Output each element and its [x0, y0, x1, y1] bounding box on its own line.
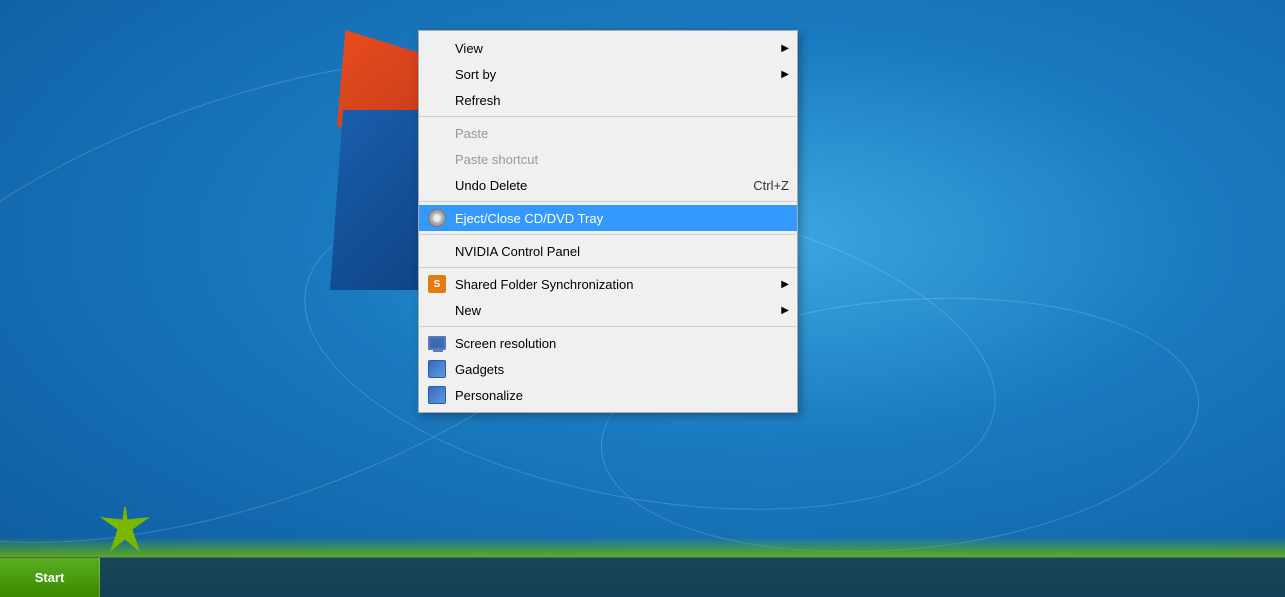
menu-label-undo_delete: Undo Delete: [455, 178, 733, 193]
context-menu: View ▶ Sort by ▶ Refresh Paste Paste shortcut U…: [418, 30, 798, 413]
menu-icon-gadgets: [427, 359, 447, 379]
menu-arrow-sort_by: ▶: [781, 69, 789, 80]
menu-arrow-new: ▶: [781, 305, 789, 316]
menu-label-screen_resolution: Screen resolution: [455, 336, 789, 351]
menu-item-shared_folder[interactable]: S Shared Folder Synchronization ▶: [419, 271, 797, 297]
menu-label-eject: Eject/Close CD/DVD Tray: [455, 211, 789, 226]
menu-shortcut-undo_delete: Ctrl+Z: [753, 178, 789, 193]
menu-label-new: New: [455, 303, 771, 318]
menu-item-nvidia[interactable]: NVIDIA Control Panel: [419, 238, 797, 264]
menu-item-new[interactable]: New ▶: [419, 297, 797, 323]
menu-label-sort_by: Sort by: [455, 67, 771, 82]
menu-label-shared_folder: Shared Folder Synchronization: [455, 277, 771, 292]
menu-separator-sep5: [419, 326, 797, 327]
menu-label-paste: Paste: [455, 126, 789, 141]
menu-label-paste_shortcut: Paste shortcut: [455, 152, 789, 167]
menu-label-gadgets: Gadgets: [455, 362, 789, 377]
menu-item-undo_delete[interactable]: Undo Delete Ctrl+Z: [419, 172, 797, 198]
menu-item-personalize[interactable]: Personalize: [419, 382, 797, 408]
menu-label-view: View: [455, 41, 771, 56]
menu-item-gadgets[interactable]: Gadgets: [419, 356, 797, 382]
menu-separator-sep2: [419, 201, 797, 202]
menu-separator-sep3: [419, 234, 797, 235]
start-button[interactable]: Start: [0, 558, 100, 597]
menu-label-personalize: Personalize: [455, 388, 789, 403]
menu-separator-sep4: [419, 267, 797, 268]
menu-item-view[interactable]: View ▶: [419, 35, 797, 61]
menu-icon-screen_resolution: [427, 333, 447, 353]
menu-icon-shared_folder: S: [427, 274, 447, 294]
menu-label-refresh: Refresh: [455, 93, 789, 108]
menu-item-sort_by[interactable]: Sort by ▶: [419, 61, 797, 87]
menu-arrow-view: ▶: [781, 43, 789, 54]
menu-label-nvidia: NVIDIA Control Panel: [455, 244, 789, 259]
menu-item-screen_resolution[interactable]: Screen resolution: [419, 330, 797, 356]
menu-item-eject[interactable]: Eject/Close CD/DVD Tray: [419, 205, 797, 231]
menu-arrow-shared_folder: ▶: [781, 279, 789, 290]
menu-item-paste_shortcut: Paste shortcut: [419, 146, 797, 172]
menu-item-refresh[interactable]: Refresh: [419, 87, 797, 113]
menu-icon-personalize: [427, 385, 447, 405]
menu-icon-eject: [427, 208, 447, 228]
menu-separator-sep1: [419, 116, 797, 117]
taskbar: Start: [0, 557, 1285, 597]
menu-item-paste: Paste: [419, 120, 797, 146]
